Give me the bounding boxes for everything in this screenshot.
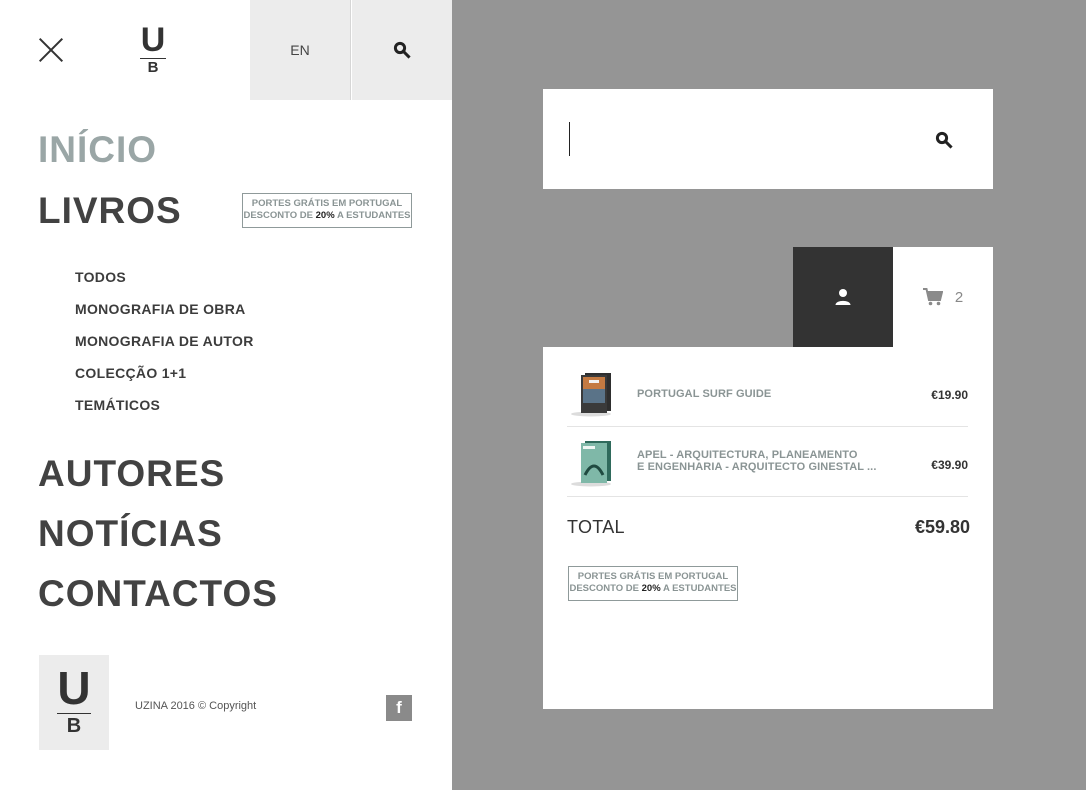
nav-item-autores[interactable]: AUTORES <box>38 455 225 492</box>
promo-badge: PORTES GRÁTIS EM PORTUGAL DESCONTO DE 20… <box>242 193 412 228</box>
cart-promo-discount-suffix: A ESTUDANTES <box>662 583 737 594</box>
cart-total-value: €59.80 <box>914 517 970 537</box>
cart-promo-discount-prefix: DESCONTO DE <box>569 583 639 594</box>
footer-logo[interactable]: U B <box>39 655 109 750</box>
account-tab[interactable] <box>793 247 893 347</box>
logo-letter-bottom: B <box>147 59 159 76</box>
book-cover-image <box>571 373 611 417</box>
promo-line-1: PORTES GRÁTIS EM PORTUGAL <box>251 198 403 209</box>
cart-panel: PORTUGAL SURF GUIDE €19.90 APEL - ARQUIT… <box>543 347 993 709</box>
cart-item[interactable]: APEL - ARQUITECTURA, PLANEAMENTO E ENGEN… <box>567 427 968 497</box>
subnav-item-monografia-autor[interactable]: MONOGRAFIA DE AUTOR <box>75 334 254 348</box>
cart-icon <box>922 288 943 306</box>
cart-promo-line-2: DESCONTO DE 20% A ESTUDANTES <box>569 583 737 595</box>
cart-promo-badge: PORTES GRÁTIS EM PORTUGAL DESCONTO DE 20… <box>568 566 738 601</box>
search-panel <box>543 89 993 189</box>
footer-logo-letter-top: U <box>57 662 91 714</box>
language-button[interactable]: EN <box>250 0 351 100</box>
nav-item-noticias[interactable]: NOTÍCIAS <box>38 515 223 552</box>
subnav-item-tematicos[interactable]: TEMÁTICOS <box>75 398 160 412</box>
subnav-item-coleccao[interactable]: COLECÇÃO 1+1 <box>75 366 186 380</box>
nav-item-inicio[interactable]: INÍCIO <box>38 131 157 168</box>
cart-item[interactable]: PORTUGAL SURF GUIDE €19.90 <box>567 357 968 427</box>
cart-total-label: TOTAL <box>567 517 625 537</box>
footer-logo-letter-bottom: B <box>66 715 82 737</box>
nav-item-livros[interactable]: LIVROS <box>38 192 182 229</box>
search-icon <box>935 131 953 149</box>
cart-item-title: PORTUGAL SURF GUIDE <box>637 388 772 400</box>
copyright-text: UZINA 2016 © Copyright <box>135 700 257 712</box>
search-icon <box>393 41 411 59</box>
promo-discount-prefix: DESCONTO DE <box>243 210 313 221</box>
search-toggle-button[interactable] <box>352 0 452 100</box>
promo-line-2: DESCONTO DE 20% A ESTUDANTES <box>243 210 411 222</box>
cart-tab[interactable]: 2 <box>893 247 993 347</box>
promo-discount-suffix: A ESTUDANTES <box>336 210 411 221</box>
logo-letter-top: U <box>140 21 166 59</box>
promo-discount-value: 20% <box>315 210 335 221</box>
facebook-icon[interactable]: f <box>386 695 412 721</box>
search-submit-button[interactable] <box>933 129 955 151</box>
subnav-item-monografia-obra[interactable]: MONOGRAFIA DE OBRA <box>75 302 246 316</box>
user-icon <box>835 289 851 305</box>
close-icon[interactable] <box>38 37 64 63</box>
book-cover-image <box>571 441 611 487</box>
nav-item-contactos[interactable]: CONTACTOS <box>38 575 278 612</box>
cart-promo-line-1: PORTES GRÁTIS EM PORTUGAL <box>577 571 729 582</box>
side-menu: U B EN INÍCIO LIVROS PORTES GRÁTIS EM PO… <box>0 0 452 790</box>
search-input[interactable] <box>569 122 919 156</box>
cart-item-price: €19.90 <box>931 388 968 402</box>
logo[interactable]: U B <box>136 23 170 77</box>
cart-item-price: €39.90 <box>931 458 968 472</box>
cart-item-title-line-1: APEL - ARQUITECTURA, PLANEAMENTO <box>637 449 858 461</box>
subnav-item-todos[interactable]: TODOS <box>75 270 126 284</box>
cart-promo-discount-value: 20% <box>641 583 661 594</box>
cart-count: 2 <box>954 288 964 306</box>
cart-item-title-line-2: E ENGENHARIA - ARQUITECTO GINESTAL ... <box>637 461 877 473</box>
